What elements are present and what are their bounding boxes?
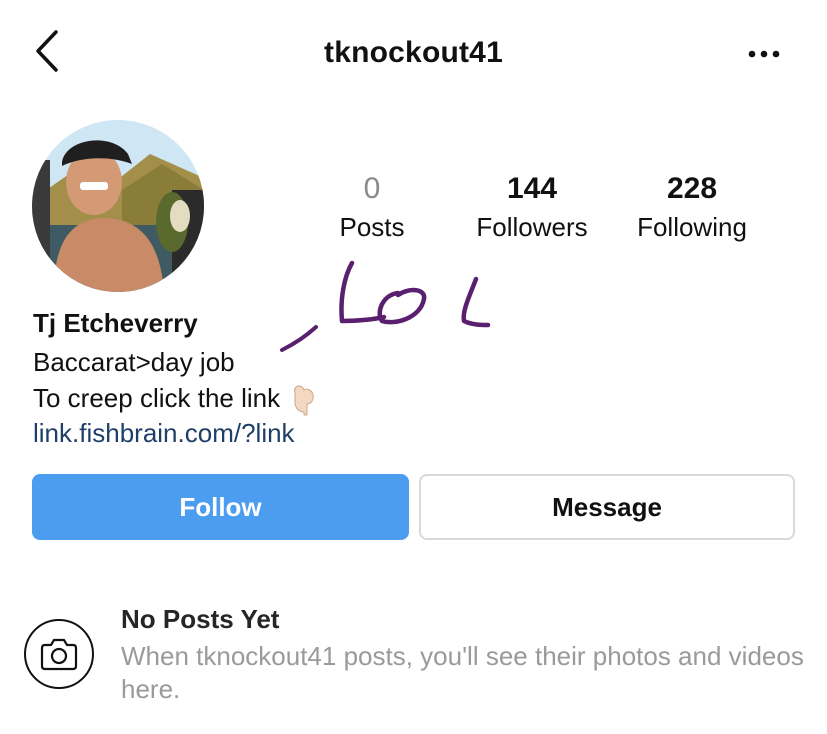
following-count: 228 [666,172,718,205]
posts-label: Posts [339,212,405,242]
posts-count: 0 [363,172,381,205]
profile-full-name: Tj Etcheverry [33,308,198,338]
handwritten-lol-annotation [280,260,491,352]
camera-icon-circle [24,619,94,689]
followers-count: 144 [506,172,558,205]
bio-line-2-text: To creep click the link [33,383,281,413]
follow-button[interactable]: Follow [32,474,409,540]
bio-line-2: To creep click the link [33,383,317,416]
followers-label: Followers [476,212,588,242]
ellipsis-icon [748,50,780,58]
stat-posts: 0 Posts [322,172,422,244]
empty-state-title: No Posts Yet [121,604,280,634]
following-label: Following [637,212,747,242]
bio-line-1: Baccarat>day job [33,347,235,377]
pointing-down-hand-icon [294,385,315,416]
stat-followers[interactable]: 144 Followers [462,172,602,244]
profile-username-title: tknockout41 [324,36,503,69]
more-options-button[interactable] [742,38,786,68]
stat-following[interactable]: 228 Following [622,172,762,244]
profile-avatar[interactable] [32,120,204,292]
camera-icon [40,638,78,671]
bio-link[interactable]: link.fishbrain.com/?link [33,418,295,449]
message-button[interactable]: Message [419,474,795,540]
empty-state-description: When tknockout41 posts, you'll see their… [121,641,804,704]
